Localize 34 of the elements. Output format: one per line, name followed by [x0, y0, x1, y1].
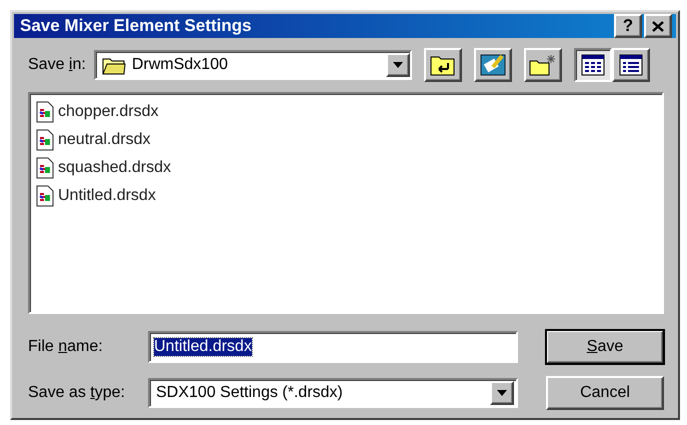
close-button[interactable] — [644, 14, 672, 38]
caret-icon — [392, 62, 403, 68]
details-view-icon — [618, 54, 643, 76]
caret-icon — [497, 390, 507, 396]
new-folder-button[interactable] — [524, 48, 562, 82]
file-item[interactable]: Untitled.drsdx — [58, 187, 156, 205]
up-folder-button[interactable] — [424, 48, 462, 82]
file-name-field[interactable]: Untitled.drsdx — [148, 331, 518, 363]
cancel-button[interactable]: Cancel — [546, 376, 664, 410]
dropdown-button[interactable] — [490, 381, 514, 405]
close-icon — [652, 20, 664, 32]
desktop-button[interactable] — [474, 48, 512, 82]
save-in-label: Save in: — [28, 56, 86, 74]
file-item[interactable]: neutral.drsdx — [58, 131, 150, 149]
list-view-button[interactable] — [574, 48, 612, 82]
desktop-pencil-icon — [480, 53, 506, 77]
file-name-label: File name: — [28, 338, 104, 356]
save-as-type-label: Save as type: — [28, 384, 126, 402]
save-as-type-dropdown[interactable]: SDX100 Settings (*.drsdx) — [148, 378, 518, 408]
window-title: Save Mixer Element Settings — [20, 16, 252, 36]
save-button[interactable]: Save — [546, 330, 664, 364]
file-icon — [36, 101, 54, 123]
details-view-button[interactable] — [612, 48, 650, 82]
dropdown-button[interactable] — [386, 53, 410, 77]
file-icon — [36, 185, 54, 207]
save-in-dropdown[interactable]: DrwmSdx100 — [94, 50, 412, 80]
file-item[interactable]: chopper.drsdx — [58, 103, 159, 121]
file-icon — [36, 157, 54, 179]
list-view-icon — [580, 54, 605, 76]
help-button[interactable]: ? — [614, 14, 642, 38]
file-item[interactable]: squashed.drsdx — [58, 159, 171, 177]
new-folder-icon — [528, 53, 557, 77]
file-icon — [36, 129, 54, 151]
folder-up-icon — [430, 54, 456, 76]
